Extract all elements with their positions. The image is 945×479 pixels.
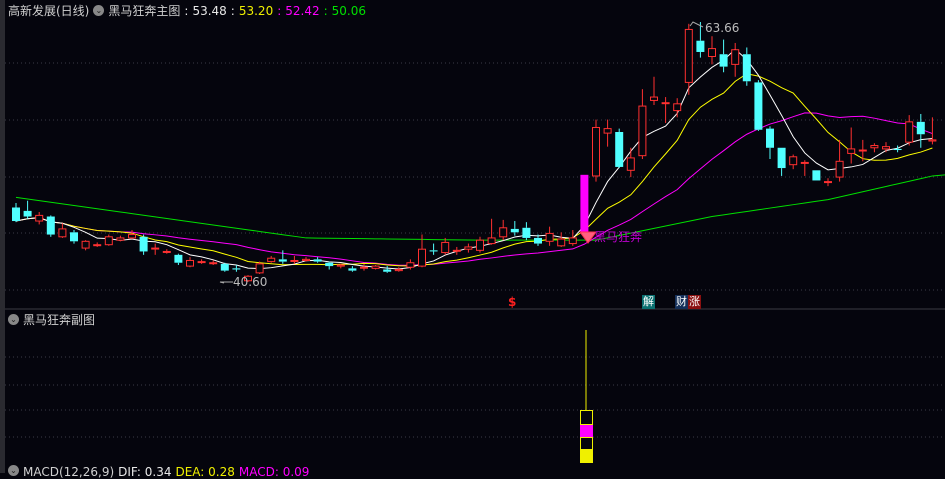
candle bbox=[360, 263, 368, 271]
macd-header: ⌄ MACD(12,26,9) DIF: 0.34 DEA: 0.28 MACD… bbox=[8, 465, 309, 479]
candle bbox=[267, 255, 276, 263]
candle bbox=[708, 36, 716, 65]
candle bbox=[128, 230, 136, 240]
candle bbox=[429, 243, 438, 255]
candle bbox=[905, 115, 914, 146]
svg-text:40.60: 40.60 bbox=[233, 275, 267, 289]
candle bbox=[557, 232, 566, 247]
dif-value: DIF: 0.34 bbox=[118, 465, 172, 479]
candle bbox=[186, 257, 194, 268]
candle bbox=[151, 243, 160, 255]
candle bbox=[719, 39, 728, 73]
sub-indicator-name[interactable]: 黑马狂奔副图 bbox=[23, 311, 95, 328]
dea-value: DEA: 0.28 bbox=[175, 465, 235, 479]
macd-value: MACD: 0.09 bbox=[238, 465, 310, 479]
candle bbox=[603, 119, 612, 147]
candle bbox=[626, 147, 635, 178]
moving-averages bbox=[15, 48, 945, 270]
candle bbox=[464, 243, 473, 253]
candle bbox=[858, 139, 867, 162]
candle bbox=[209, 260, 218, 265]
candle bbox=[116, 235, 125, 242]
candle bbox=[220, 262, 229, 272]
candle bbox=[487, 218, 496, 245]
candle bbox=[371, 264, 380, 270]
candle bbox=[754, 80, 763, 131]
candle bbox=[35, 212, 44, 225]
candle bbox=[882, 142, 890, 153]
high-label: 63.66 bbox=[689, 21, 739, 35]
candle bbox=[777, 147, 786, 176]
candle bbox=[290, 255, 299, 264]
candle bbox=[812, 170, 821, 181]
candle bbox=[568, 230, 577, 246]
indicator-dropdown-icon[interactable]: ⌄ bbox=[8, 314, 19, 325]
candle bbox=[870, 143, 879, 153]
candle bbox=[336, 263, 345, 269]
candle bbox=[534, 234, 542, 246]
candle bbox=[928, 117, 937, 145]
candle bbox=[847, 127, 856, 164]
candles bbox=[12, 22, 937, 282]
candle bbox=[139, 234, 148, 255]
ma20-line bbox=[15, 112, 933, 266]
candle bbox=[696, 22, 705, 58]
candle bbox=[104, 234, 113, 246]
candle bbox=[81, 240, 90, 251]
low-label: 40.60 bbox=[219, 275, 267, 289]
candle bbox=[197, 259, 206, 264]
candle bbox=[174, 253, 183, 265]
candle bbox=[46, 215, 55, 237]
candle bbox=[545, 226, 554, 246]
candle bbox=[12, 202, 20, 223]
candle bbox=[70, 230, 78, 244]
candle bbox=[278, 250, 287, 264]
candle bbox=[615, 128, 624, 169]
ma10-line bbox=[15, 73, 933, 267]
candle bbox=[522, 222, 531, 241]
candle bbox=[650, 76, 658, 105]
candle bbox=[766, 126, 774, 160]
candle bbox=[348, 266, 357, 272]
candle bbox=[452, 246, 461, 255]
candle bbox=[476, 236, 484, 253]
candle bbox=[800, 160, 809, 176]
sub-indicator bbox=[580, 330, 593, 463]
ma60-line bbox=[15, 174, 945, 241]
zhang-signal-badge: 涨 bbox=[688, 295, 701, 309]
candle bbox=[789, 154, 798, 170]
candle bbox=[383, 266, 392, 273]
candle bbox=[302, 257, 310, 262]
indicator-dropdown-icon[interactable]: ⌄ bbox=[8, 465, 19, 476]
candle bbox=[58, 223, 67, 238]
cai-signal-badge: 财 bbox=[675, 295, 688, 309]
candle bbox=[673, 98, 682, 118]
candle bbox=[441, 237, 450, 255]
dollar-signal-icon: $ bbox=[508, 295, 516, 309]
candle bbox=[824, 178, 832, 187]
candle bbox=[835, 139, 844, 182]
macd-label[interactable]: MACD(12,26,9) bbox=[23, 465, 114, 479]
candle bbox=[742, 47, 751, 86]
candle bbox=[731, 42, 740, 77]
sub-chart-header: ⌄ 黑马狂奔副图 bbox=[8, 311, 95, 328]
candle bbox=[93, 242, 102, 247]
candle bbox=[661, 97, 670, 123]
candle bbox=[684, 23, 693, 95]
candle bbox=[23, 200, 32, 219]
candle bbox=[325, 261, 334, 270]
jie-signal-badge: 解 bbox=[642, 295, 655, 309]
candle bbox=[255, 261, 264, 274]
signal-text: 黑马狂奔 bbox=[594, 230, 642, 244]
candle bbox=[394, 267, 403, 272]
candle bbox=[592, 119, 600, 182]
candle bbox=[916, 113, 925, 148]
candle bbox=[638, 89, 647, 160]
candle bbox=[313, 257, 322, 263]
svg-text:63.66: 63.66 bbox=[705, 21, 739, 35]
candle bbox=[499, 219, 508, 241]
candle bbox=[580, 174, 589, 233]
kline-chart[interactable]: 63.66 40.60 黑马狂奔 $ bbox=[0, 0, 945, 473]
candle bbox=[162, 249, 171, 254]
